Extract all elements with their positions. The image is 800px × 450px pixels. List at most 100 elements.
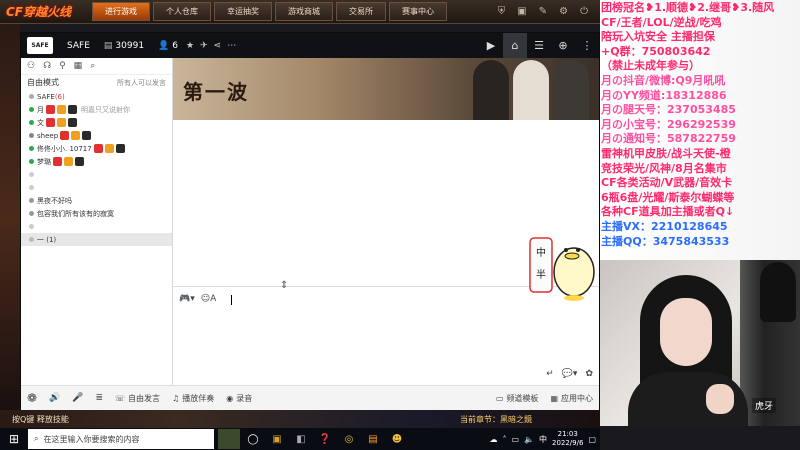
overlay-line: 陪玩入坑安全 主播担保 bbox=[601, 30, 715, 44]
status-dot-icon bbox=[29, 146, 34, 151]
sidebar-member-row[interactable] bbox=[21, 168, 172, 181]
equalizer-icon[interactable]: ≣ bbox=[96, 393, 104, 403]
sidebar-member-row[interactable]: sheep bbox=[21, 129, 172, 142]
yy-titlebar: SAFE SAFE ▤ 30991 👤 6 ★ ✈ ⋖ ⋯ ▶ ⌂ ☰ ⊕ ⋮ bbox=[21, 33, 599, 58]
member-badge-icon bbox=[68, 118, 77, 127]
overlay-line: 主播VX：2210128645 bbox=[601, 219, 728, 233]
windows-taskbar: ⊞ ⌕ 在这里输入你要搜索的内容 ◯ ▣ ◧ ❓ ◎ ▤ ☻ ☁ ˄ ▭ 🔈 中… bbox=[0, 428, 600, 450]
bag-icon[interactable]: ▣ bbox=[517, 6, 526, 17]
task-view-icon[interactable]: ◯ bbox=[242, 429, 264, 449]
gamepad-small-icon[interactable]: 🎮▾ bbox=[179, 294, 195, 304]
more-icon[interactable]: ⋯ bbox=[227, 41, 236, 51]
free-speak-button[interactable]: ☏ 自由发言 bbox=[115, 393, 160, 404]
taskbar-app-5[interactable]: ▤ bbox=[362, 429, 384, 449]
flower-icon[interactable]: ✿ bbox=[585, 369, 593, 379]
mode-permission: 所有人可以发言 bbox=[117, 78, 166, 87]
tab-lottery[interactable]: 幸运抽奖 bbox=[214, 2, 272, 21]
sidebar-member-row[interactable]: 一 (1) bbox=[21, 233, 172, 246]
tray-network-icon[interactable]: ▭ bbox=[511, 435, 519, 444]
game-hint-text: 按Q键 释放技能 bbox=[12, 415, 69, 424]
tray-ime-icon[interactable]: 中 bbox=[539, 434, 547, 445]
sidebar-member-row[interactable]: 包容我们所有该有的寂寞 bbox=[21, 207, 172, 220]
location-icon[interactable]: ⚲ bbox=[59, 61, 66, 71]
emoji-font-icon[interactable]: ☺A bbox=[201, 294, 217, 304]
text-caret bbox=[231, 295, 232, 305]
share-icon[interactable]: ⋖ bbox=[214, 41, 222, 51]
status-dot-icon bbox=[29, 172, 34, 177]
message-input-area[interactable]: 中 半 🎮▾ ☺A ↵ 💬▾ ✿ bbox=[173, 237, 599, 385]
headset-icon[interactable]: ☊ bbox=[43, 61, 51, 71]
notification-icon[interactable]: ▢ bbox=[588, 435, 596, 444]
sidebar-member-row[interactable] bbox=[21, 220, 172, 233]
home-icon[interactable]: ⌂ bbox=[503, 33, 527, 58]
sidebar-member-row[interactable]: 月 明嘉只又说射你 bbox=[21, 103, 172, 116]
taskbar-app-6[interactable]: ☻ bbox=[386, 429, 408, 449]
tab-play-game[interactable]: 进行游戏 bbox=[92, 2, 150, 21]
list-icon[interactable]: ☰ bbox=[527, 33, 551, 58]
grid-icon[interactable]: ▦ bbox=[74, 61, 83, 71]
record-button[interactable]: ◉ 录音 bbox=[226, 393, 252, 404]
taskbar-app-2[interactable]: ◧ bbox=[290, 429, 312, 449]
windows-start-icon[interactable]: ⊞ bbox=[0, 428, 28, 450]
video-icon[interactable]: ▶ bbox=[479, 33, 503, 58]
sticker-char-2: 半 bbox=[536, 268, 546, 281]
tray-chevron-icon[interactable]: ˄ bbox=[502, 435, 506, 444]
settings-icon[interactable]: ⚙ bbox=[559, 6, 568, 17]
taskbar-app-3[interactable]: ❓ bbox=[314, 429, 336, 449]
member-badge-icon bbox=[57, 118, 66, 127]
overlay-line: 主播QQ：3475843533 bbox=[601, 234, 730, 248]
volume-icon[interactable]: 🔊 bbox=[49, 393, 60, 403]
tab-warehouse[interactable]: 个人仓库 bbox=[153, 2, 211, 21]
channel-template-button[interactable]: ▭ 频道模板 bbox=[496, 393, 539, 404]
mode-label[interactable]: 自由模式 bbox=[27, 77, 59, 88]
taskbar-search-input[interactable]: ⌕ 在这里输入你要搜索的内容 bbox=[28, 429, 214, 449]
sidebar-member-row[interactable] bbox=[21, 181, 172, 194]
power-icon[interactable]: ⏻ bbox=[580, 6, 588, 17]
wrench-icon[interactable]: ✎ bbox=[539, 6, 547, 17]
gamepad-icon[interactable]: ⊕ bbox=[551, 33, 575, 58]
member-badge-icon bbox=[104, 144, 114, 153]
member-name: sheep bbox=[37, 131, 59, 140]
member-badge-icon bbox=[68, 105, 77, 114]
overlay-line: 6瓶6盘/光耀/斯泰尔蝴蝶等 bbox=[601, 190, 735, 204]
star-icon[interactable]: ★ bbox=[186, 41, 194, 51]
speak-icon: ☏ bbox=[115, 393, 126, 403]
sidebar-member-row[interactable]: 文 bbox=[21, 116, 172, 129]
tab-exchange[interactable]: 交易所 bbox=[336, 2, 386, 21]
tray-cloud-icon[interactable]: ☁ bbox=[489, 435, 497, 444]
chat-bubble-icon[interactable]: 💬▾ bbox=[562, 369, 578, 379]
taskbar-clock[interactable]: 21:03 2022/9/6 bbox=[552, 430, 583, 448]
sidebar-member-row[interactable]: 佟佟小小. 10717 bbox=[21, 142, 172, 155]
shield-icon[interactable]: ⛨ bbox=[498, 6, 506, 17]
sidebar-member-row[interactable]: 黑夜不好吗 bbox=[21, 194, 172, 207]
mic-icon[interactable]: 🎤 bbox=[72, 393, 83, 403]
member-name: 佟佟小小. 10717 bbox=[37, 144, 92, 153]
app-center-icon: ▦ bbox=[550, 393, 558, 403]
user-list-icon[interactable]: ⚇ bbox=[27, 61, 35, 71]
member-name: 梦璐 bbox=[37, 157, 51, 166]
sidebar-member-row[interactable]: SAFE (6) bbox=[21, 90, 172, 103]
clock-time: 21:03 bbox=[557, 430, 578, 438]
taskbar-app-scene[interactable] bbox=[218, 429, 240, 449]
member-name: 月 bbox=[37, 105, 44, 114]
overlay-line: 月の小宝号：296292539 bbox=[601, 117, 736, 131]
taskbar-app-1[interactable]: ▣ bbox=[266, 429, 288, 449]
tab-events[interactable]: 赛事中心 bbox=[389, 2, 447, 21]
dots-icon[interactable]: ⋮ bbox=[575, 33, 599, 58]
tray-volume-icon[interactable]: 🔈 bbox=[524, 435, 534, 444]
channel-name: SAFE bbox=[67, 40, 90, 51]
plane-icon[interactable]: ✈ bbox=[200, 41, 208, 51]
search-icon[interactable]: ⌕ bbox=[90, 61, 95, 71]
avatar[interactable]: ❁ bbox=[27, 391, 37, 405]
member-badge-icon bbox=[82, 131, 92, 140]
taskbar-app-4[interactable]: ◎ bbox=[338, 429, 360, 449]
enter-icon[interactable]: ↵ bbox=[546, 369, 554, 379]
app-center-button[interactable]: ▦ 应用中心 bbox=[550, 393, 593, 404]
channel-banner[interactable]: 第一波 bbox=[173, 58, 599, 120]
play-accompaniment-button[interactable]: ♫ 播放伴奏 bbox=[172, 393, 214, 404]
sidebar-member-row[interactable]: 梦璐 bbox=[21, 155, 172, 168]
clock-date: 2022/9/6 bbox=[551, 439, 584, 447]
banner-character-1 bbox=[473, 60, 509, 120]
member-name: 一 (1) bbox=[37, 235, 57, 244]
tab-shop[interactable]: 游戏商城 bbox=[275, 2, 333, 21]
